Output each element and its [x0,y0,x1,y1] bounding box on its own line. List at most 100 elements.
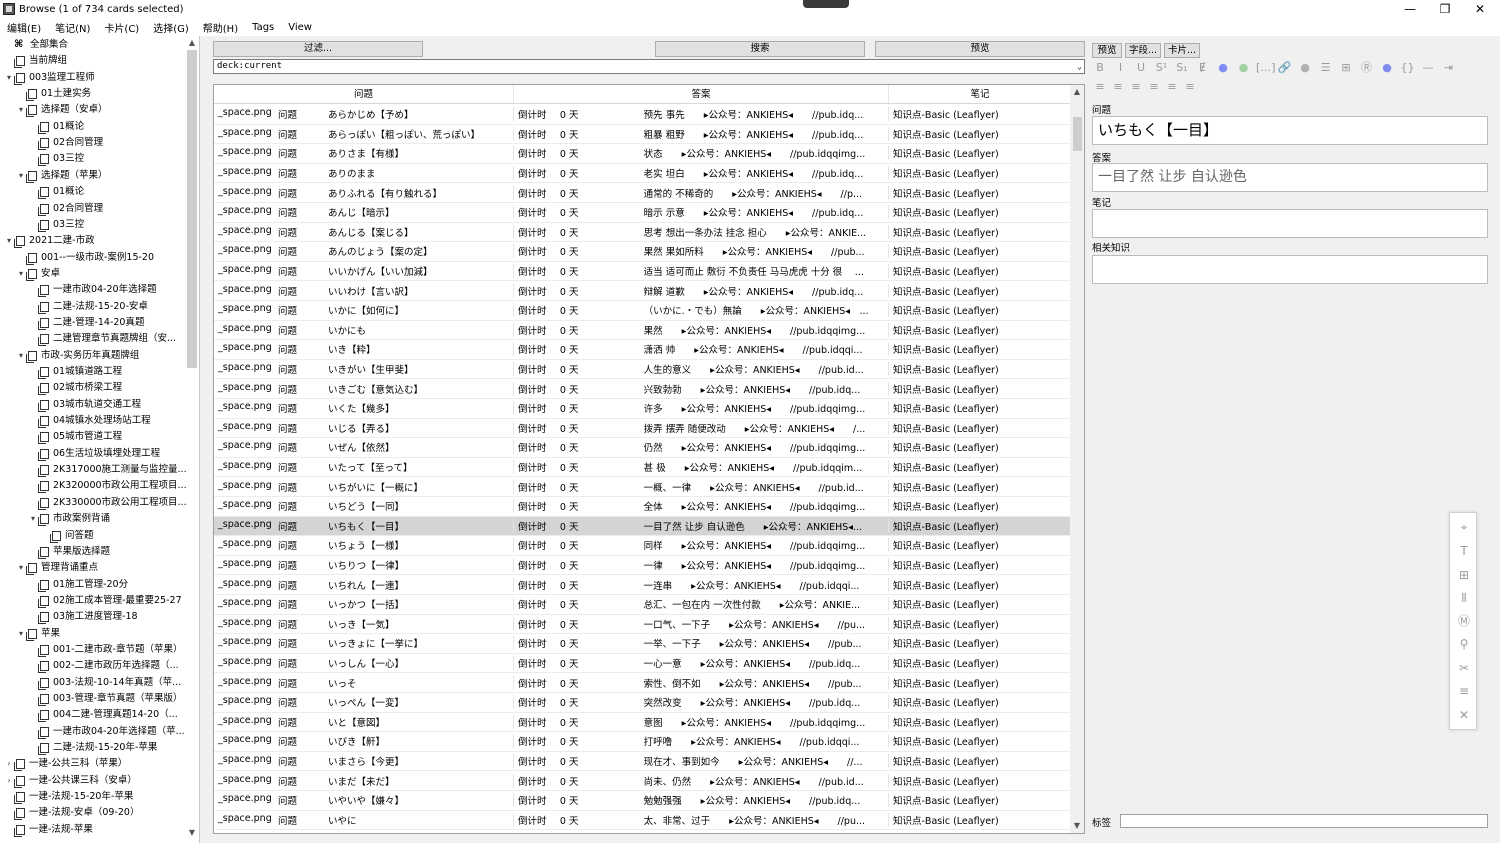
sidebar-deck-item[interactable]: 04城镇水处理场站工程 [28,413,151,429]
table-row[interactable]: _space.png 问题 ありふれる【有り触れる】 倒计时 0 天 通常的 不稀奇的 ▸… [214,183,1072,203]
sidebar-deck-item[interactable]: 二建管理章节真题牌组（安... [28,331,176,347]
sidebar-deck-item[interactable]: ▾ 2021二建-市政 [4,233,95,249]
column-header-question[interactable]: 问题 [214,85,514,103]
table-row[interactable]: _space.png 问题 いっき【一気】 倒计时 0 天 一口气、一下子 ▸公众号：AN… [214,615,1072,635]
sidebar-deck-item[interactable]: 一建-法规-15-20年-苹果 [4,789,133,805]
table-row[interactable]: _space.png 问题 いまさら【今更】 倒计时 0 天 现在才、事到如今 ▸公众号：… [214,752,1072,772]
table-row[interactable]: _space.png 问题 いと【意図】 倒计时 0 天 意图 ▸公众号：ANKIEHS◂… [214,713,1072,733]
markdown-icon[interactable]: Ⓜ [1456,613,1472,629]
sidebar-deck-item[interactable]: 06生活垃圾填埋处理工程 [28,446,160,462]
table-row[interactable]: _space.png 问题 いかに【如何に】 倒计时 0 天 （いかに.・でも）無論 ▸公… [214,301,1072,321]
subscript-icon[interactable]: S₁ [1174,60,1190,76]
table-scroll-thumb[interactable] [1073,117,1082,151]
sidebar-deck-item[interactable]: 问答题 [40,528,94,544]
italic-icon[interactable]: I [1113,60,1129,76]
sidebar-deck-item[interactable]: ▾ 选择题（安卓） [16,102,108,118]
sidebar-deck-item[interactable]: 05城市管道工程 [28,429,122,445]
sidebar-deck-item[interactable]: ▾ 003监理工程师 [4,70,95,86]
scroll-down-icon[interactable]: ▼ [1070,821,1084,830]
sidebar-deck-item[interactable]: 2K320000市政公用工程项目... [28,478,187,494]
menu-view[interactable]: View [281,22,319,33]
question-field[interactable]: いちもく【一目】 [1092,116,1488,145]
cards-button[interactable]: 卡片... [1164,43,1200,58]
table-row[interactable]: _space.png 问题 いきごむ【意気込む】 倒计时 0 天 兴致勃勃 ▸公众号：AN… [214,379,1072,399]
table-row[interactable]: _space.png 问题 いちどう【一同】 倒计时 0 天 全体 ▸公众号：ANKIEH… [214,497,1072,517]
scroll-down-icon[interactable]: ▼ [187,828,197,837]
search-input[interactable]: deck:current ⌄ [213,59,1085,74]
menu-help[interactable]: 帮助(H) [196,20,245,35]
column-header-answer[interactable]: 答案 [514,85,889,103]
menu-edit[interactable]: 编辑(E) [0,20,48,35]
scroll-up-icon[interactable]: ▲ [187,38,197,47]
chevron-down-icon[interactable]: ⌄ [1077,60,1082,73]
table-row[interactable]: _space.png 问题 いちょう【一様】 倒计时 0 天 同样 ▸公众号：ANKIEH… [214,536,1072,556]
table-row[interactable]: _space.png 问题 ありのまま 倒计时 0 天 老实 坦白 ▸公众号：ANKIEH… [214,164,1072,184]
table-row[interactable]: _space.png 问题 いき【粋】 倒计时 0 天 潇洒 帅 ▸公众号：ANKIEHS… [214,340,1072,360]
outdent-icon[interactable]: ≡ [1164,79,1180,95]
table-row[interactable]: _space.png 问题 いやいや【嫌々】 倒计时 0 天 勉勉强强 ▸公众号：ANKI… [214,791,1072,811]
ruby-icon[interactable]: Ⓡ [1359,60,1375,76]
fields-button[interactable]: 字段... [1125,43,1161,58]
minimize-button[interactable]: — [1392,0,1428,18]
expand-arrow-icon[interactable]: ▾ [4,233,14,249]
table-row[interactable]: _space.png 问题 いっしん【一心】 倒计时 0 天 一心一意 ▸公众号：ANKI… [214,654,1072,674]
sidebar-deck-item[interactable]: 二建-管理-14-20真题 [28,315,144,331]
sidebar-deck-item[interactable]: 001--一级市政-案例15-20 [16,250,154,266]
sidebar-deck-item[interactable]: 2K330000市政公用工程项目... [28,495,187,511]
sidebar-deck-item[interactable]: 一建-法规-苹果 [4,822,93,838]
sidebar-deck-item[interactable]: ⌘ 全部集合 [4,37,68,53]
search-button[interactable]: 搜索 [655,41,865,57]
column-header-note[interactable]: 笔记 [889,85,1072,103]
tags-input[interactable] [1120,814,1488,828]
text-color-icon[interactable]: ● [1215,60,1231,76]
note-field[interactable] [1092,209,1488,238]
sidebar-deck-item[interactable]: ▾ 管理背诵重点 [16,560,98,576]
table-row[interactable]: _space.png 问题 いたって【至って】 倒计时 0 天 甚 极 ▸公众号：ANKI… [214,458,1072,478]
table-row[interactable]: _space.png 问题 あらっぽい【粗っぽい、荒っぽい】 倒计时 0 天 粗暴 粗野 … [214,125,1072,145]
table-row[interactable]: _space.png 问题 あんじる【案じる】 倒计时 0 天 思考 想出一条办法 挂念 … [214,223,1072,243]
table-row[interactable]: _space.png 问题 いびき【鼾】 倒计时 0 天 打呼噜 ▸公众号：ANKIEHS… [214,732,1072,752]
superscript-icon[interactable]: S¹ [1154,60,1170,76]
sidebar-deck-item[interactable]: 02城市桥梁工程 [28,380,122,396]
scroll-up-icon[interactable]: ▲ [1070,87,1084,96]
table-row[interactable]: _space.png 问题 いっそ 倒计时 0 天 索性、倒不如 ▸公众号：ANKIEHS… [214,673,1072,693]
indent-icon[interactable]: ⇥ [1441,60,1457,76]
cloze-icon[interactable]: […] [1256,60,1276,76]
align-center-icon[interactable]: ≡ [1110,79,1126,95]
sidebar-deck-item[interactable]: ▾ 市政案例背诵 [28,511,110,527]
columns-icon[interactable]: ⦀ [1456,590,1472,606]
sidebar-scrollbar[interactable]: ▲ ▼ [187,38,197,838]
answer-field[interactable]: 一目了然 让步 自认逊色 [1092,163,1488,192]
sidebar-scroll-thumb[interactable] [187,50,197,368]
sidebar-deck-item[interactable]: 01土建实务 [16,86,91,102]
grid-icon[interactable]: ⊞ [1456,567,1472,583]
crosshair-icon[interactable]: ⌖ [1456,519,1472,535]
sidebar-deck-item[interactable]: › 一建-公共课三科（安卓） [4,773,137,789]
table-row[interactable]: _space.png 问题 いちれん【一連】 倒计时 0 天 一连串 ▸公众号：ANKIE… [214,575,1072,595]
justify-icon[interactable]: ≡ [1146,79,1162,95]
bold-icon[interactable]: B [1092,60,1108,76]
close-button[interactable]: ✕ [1462,0,1498,18]
menu-tags[interactable]: Tags [245,22,281,33]
align-right-icon[interactable]: ≡ [1128,79,1144,95]
table-row[interactable]: _space.png 问题 いちりつ【一律】 倒计时 0 天 一律 ▸公众号：ANKIEH… [214,556,1072,576]
sidebar-deck-item[interactable]: 03城市轨道交通工程 [28,397,141,413]
table-row[interactable]: _space.png 问题 ありさま【有様】 倒计时 0 天 状态 ▸公众号：ANKIEH… [214,144,1072,164]
table-row[interactable]: _space.png 问题 いちもく【一目】 倒计时 0 天 一目了然 让步 自认逊色 ▸… [214,516,1072,537]
related-field[interactable] [1092,255,1488,284]
sidebar-deck-item[interactable]: 01城镇道路工程 [28,364,122,380]
sidebar-deck-item[interactable]: 003-法规-10-14年真题（苹... [28,675,181,691]
sidebar-deck-item[interactable]: 苹果版选择题 [28,544,110,560]
highlight-icon[interactable]: ● [1236,60,1252,76]
sidebar-deck-item[interactable]: 02施工成本管理-最重要25-27 [28,593,182,609]
sidebar-deck-item[interactable]: 当前牌组 [4,53,67,69]
drag-handle[interactable] [803,0,849,8]
table-row[interactable]: _space.png 问题 いまだ【未だ】 倒计时 0 天 尚未、仍然 ▸公众号：ANKI… [214,771,1072,791]
editor-preview-button[interactable]: 预览 [1092,43,1122,58]
align-left-icon[interactable]: ≡ [1092,79,1108,95]
table-row[interactable]: _space.png 问题 あらかじめ【予め】 倒计时 0 天 预先 事先 ▸公众号：AN… [214,105,1072,125]
table-row[interactable]: _space.png 问题 いくた【幾多】 倒计时 0 天 许多 ▸公众号：ANKIEHS… [214,399,1072,419]
sidebar-deck-item[interactable]: ▾ 选择题（苹果） [16,168,108,184]
zoom-icon[interactable]: ⚲ [1456,636,1472,652]
sidebar-deck-item[interactable]: 002-二建市政历年选择题（... [28,658,179,674]
